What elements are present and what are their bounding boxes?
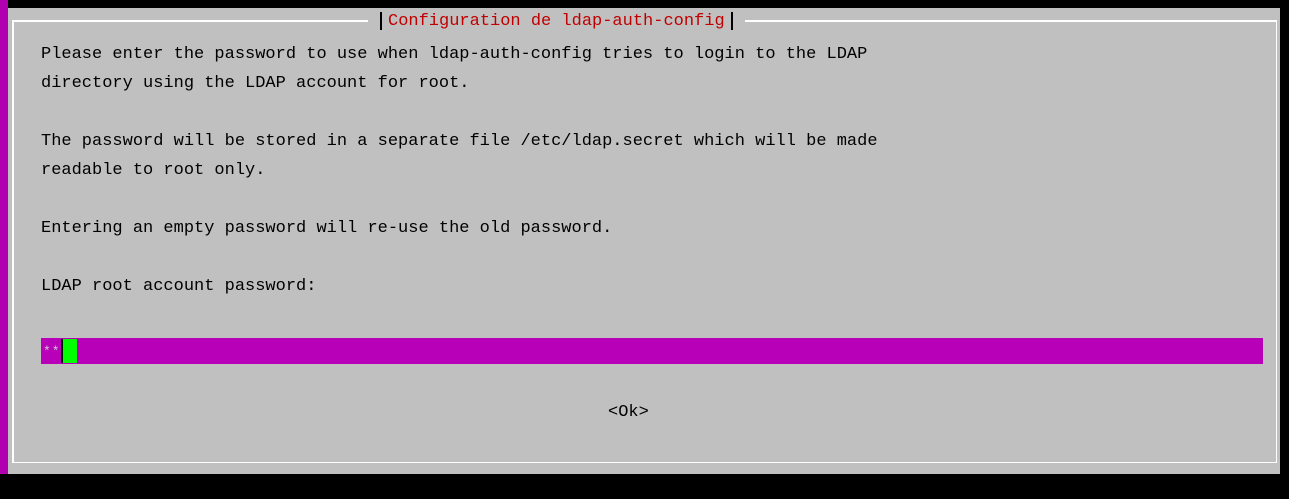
- password-field-label: LDAP root account password:: [41, 277, 317, 296]
- title-left-tick: [380, 12, 382, 30]
- terminal-background-strip: [0, 0, 8, 488]
- password-masked-value: **: [43, 343, 61, 359]
- description-line-2: directory using the LDAP account for roo…: [41, 74, 470, 93]
- description-line-1: Please enter the password to use when ld…: [41, 45, 868, 64]
- whiptail-dialog: Configuration de ldap-auth-config Please…: [8, 8, 1280, 474]
- storage-note-line-1: The password will be stored in a separat…: [41, 132, 878, 151]
- title-right-tick: [730, 12, 733, 30]
- empty-password-note: Entering an empty password will re-use t…: [41, 219, 613, 238]
- terminal-screen: Configuration de ldap-auth-config Please…: [0, 0, 1289, 499]
- dialog-title-bar: Configuration de ldap-auth-config: [368, 10, 745, 32]
- text-cursor: [60, 339, 77, 363]
- storage-note-line-2: readable to root only.: [41, 161, 266, 180]
- ok-button[interactable]: <Ok>: [608, 398, 649, 427]
- terminal-bottom-area: [0, 474, 1289, 499]
- password-input[interactable]: **: [41, 338, 1263, 364]
- dialog-title: Configuration de ldap-auth-config: [388, 11, 725, 31]
